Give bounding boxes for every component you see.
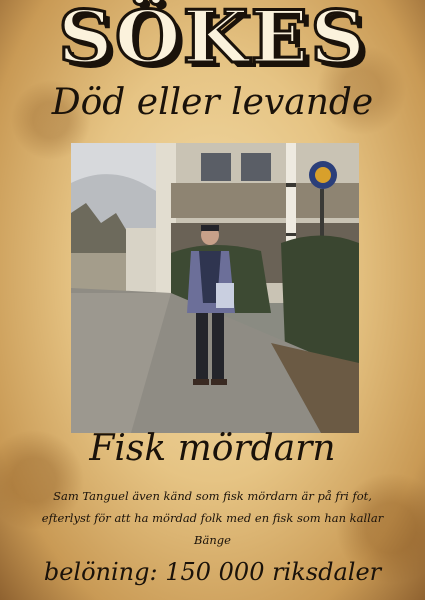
suspect-photo [71,143,359,433]
suspect-description: Sam Tanguel även känd som fisk mördarn ä… [41,489,384,547]
suspect-name: Fisk mördarn [89,428,336,469]
poster-title: SÖKES [56,0,367,81]
poster-subtitle: Död eller levande [51,82,374,123]
suspect-photo-image [71,143,359,433]
reward-text: belöning: 150 000 riksdaler [43,558,382,586]
